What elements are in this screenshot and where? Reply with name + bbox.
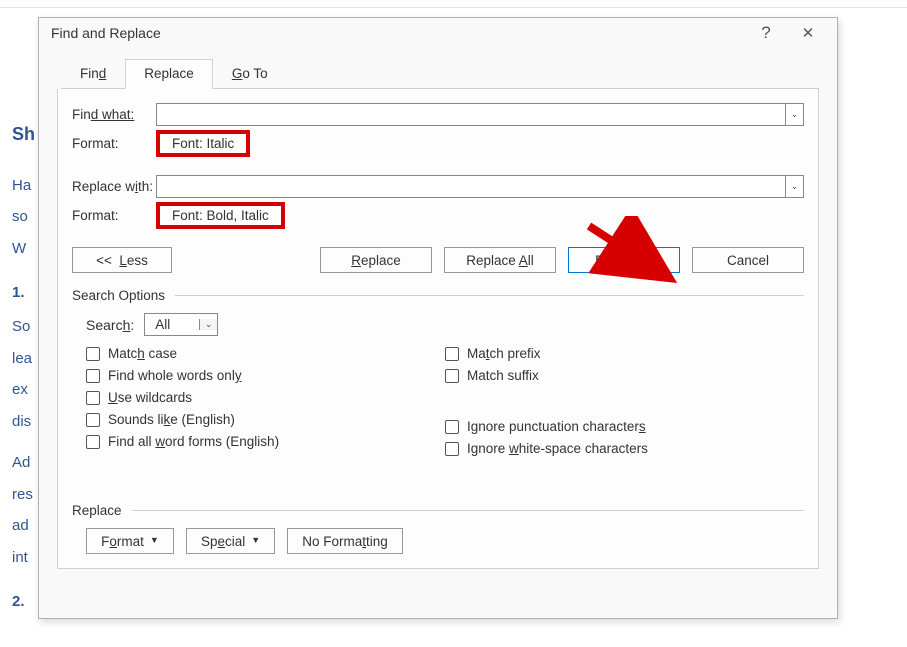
replace-button[interactable]: Replace [320, 247, 432, 273]
rw-suf: th: [138, 179, 153, 194]
search-options-group: Search Options [72, 287, 804, 303]
replace-format-label: Format: [72, 208, 156, 223]
page-edge [0, 7, 907, 8]
tab-replace-suf: place [162, 66, 194, 81]
chk-label: Sounds like (English) [108, 412, 235, 427]
close-button[interactable]: ✕ [787, 19, 829, 47]
cancel-button[interactable]: Cancel [692, 247, 804, 273]
dialog-title: Find and Replace [51, 25, 161, 41]
match-suffix-checkbox[interactable]: Match suffix [445, 368, 804, 383]
chevron-down-icon[interactable]: ⌄ [199, 319, 217, 330]
replace-with-input[interactable] [157, 176, 785, 197]
special-menu-button[interactable]: Special ▼ [186, 528, 275, 554]
chk-label: Find all word forms (English) [108, 434, 279, 449]
titlebar: Find and Replace ? ✕ [39, 18, 837, 48]
checkbox-icon [445, 347, 459, 361]
checkbox-icon [86, 435, 100, 449]
tab-find[interactable]: Find [61, 59, 125, 89]
search-options-label: Search Options [72, 288, 175, 303]
close-icon: ✕ [802, 24, 815, 42]
replace-all-button[interactable]: Replace All [444, 247, 556, 273]
chk-label: Match suffix [467, 368, 539, 383]
tab-strip: Find Replace Go To [61, 58, 819, 89]
label: Special [201, 534, 245, 549]
chk-label: Find whole words only [108, 368, 242, 383]
wildcards-checkbox[interactable]: Use wildcards [86, 390, 445, 405]
checkbox-icon [86, 391, 100, 405]
search-direction-label: Search: [86, 317, 134, 333]
sounds-like-checkbox[interactable]: Sounds like (English) [86, 412, 445, 427]
dialog-content: Find what: ⌄ Format: Font: Italic Replac… [57, 89, 819, 569]
replace-format-value: Font: Bold, Italic [156, 202, 285, 229]
sl-suf: : [130, 317, 134, 333]
find-replace-dialog: Find and Replace ? ✕ Find Replace Go To … [38, 17, 838, 619]
sl-pre: Searc [86, 317, 123, 333]
tab-replace-pre: Re [144, 66, 161, 81]
tab-goto-suf: o To [242, 66, 267, 81]
replace-with-label: Replace with: [72, 179, 156, 194]
find-what-label: Find what: [72, 107, 156, 122]
search-direction-value: All [145, 317, 199, 332]
chk-label: Ignore white-space characters [467, 441, 648, 456]
chevron-down-icon[interactable]: ⌄ [785, 104, 803, 125]
less-label: << Less [96, 253, 148, 268]
replace-group-label: Replace [72, 503, 132, 518]
chevron-down-icon[interactable]: ⌄ [785, 176, 803, 197]
less-button[interactable]: << Less [72, 247, 172, 273]
checkbox-icon [86, 413, 100, 427]
tab-goto[interactable]: Go To [213, 59, 287, 89]
format-menu-button[interactable]: Format ▼ [86, 528, 174, 554]
rw-pre: Replace w [72, 179, 135, 194]
checkbox-icon [445, 442, 459, 456]
find-pre: Fin [72, 107, 91, 122]
checkbox-icon [445, 420, 459, 434]
label: No Formatting [302, 534, 388, 549]
checkbox-icon [86, 347, 100, 361]
search-direction-select[interactable]: All ⌄ [144, 313, 218, 336]
chk-label: Use wildcards [108, 390, 192, 405]
label: Format [101, 534, 144, 549]
whole-words-checkbox[interactable]: Find whole words only [86, 368, 445, 383]
match-case-checkbox[interactable]: Match case [86, 346, 445, 361]
ignore-whitespace-checkbox[interactable]: Ignore white-space characters [445, 441, 804, 456]
word-forms-checkbox[interactable]: Find all word forms (English) [86, 434, 445, 449]
help-button[interactable]: ? [745, 19, 787, 47]
cancel-label: Cancel [727, 253, 769, 268]
annotation-arrow [579, 216, 679, 286]
chk-label: Match prefix [467, 346, 541, 361]
replace-all-label: Replace All [466, 253, 534, 268]
replace-with-combo[interactable]: ⌄ [156, 175, 804, 198]
find-what-input[interactable] [157, 104, 785, 125]
match-prefix-checkbox[interactable]: Match prefix [445, 346, 804, 361]
caret-down-icon: ▼ [150, 535, 159, 545]
tab-find-u: d [99, 66, 107, 81]
checkbox-icon [445, 369, 459, 383]
replace-label: Replace [351, 253, 401, 268]
find-what-combo[interactable]: ⌄ [156, 103, 804, 126]
find-format-label: Format: [72, 136, 156, 151]
replace-group: Replace [72, 502, 804, 518]
find-u: d what: [91, 107, 135, 122]
no-formatting-button[interactable]: No Formatting [287, 528, 403, 554]
chk-label: Match case [108, 346, 177, 361]
ignore-punctuation-checkbox[interactable]: Ignore punctuation characters [445, 419, 804, 434]
checkbox-icon [86, 369, 100, 383]
chk-label: Ignore punctuation characters [467, 419, 646, 434]
find-format-value: Font: Italic [156, 130, 250, 157]
tab-goto-u: G [232, 66, 243, 81]
tab-find-pre: Fin [80, 66, 99, 81]
tab-replace[interactable]: Replace [125, 59, 213, 89]
caret-down-icon: ▼ [251, 535, 260, 545]
